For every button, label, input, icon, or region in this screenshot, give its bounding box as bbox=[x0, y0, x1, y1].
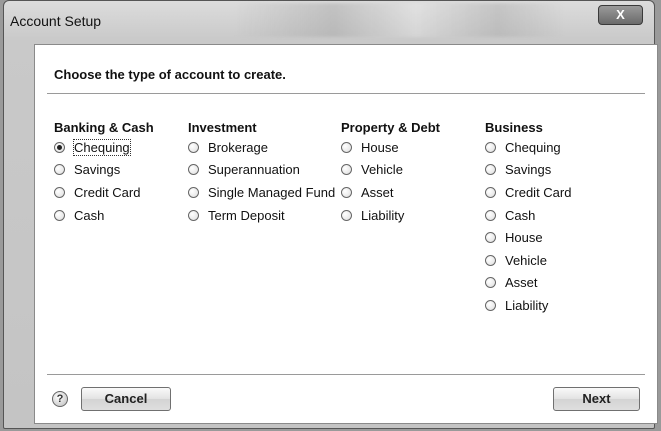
radio-icon[interactable] bbox=[188, 164, 199, 176]
option-business-asset[interactable]: Asset bbox=[485, 272, 571, 295]
option-investment-single-managed-fund[interactable]: Single Managed Fund bbox=[188, 181, 335, 204]
option-business-vehicle[interactable]: Vehicle bbox=[485, 249, 571, 272]
option-label: Brokerage bbox=[208, 139, 268, 155]
option-business-liability[interactable]: Liability bbox=[485, 294, 571, 317]
option-label: Asset bbox=[361, 184, 394, 200]
column-title: Banking & Cash bbox=[54, 120, 154, 135]
option-label: Savings bbox=[505, 162, 552, 178]
column-title: Property & Debt bbox=[341, 120, 440, 135]
radio-icon[interactable] bbox=[485, 254, 496, 266]
option-label: Chequing bbox=[73, 138, 131, 156]
blurred-background-app bbox=[234, 3, 564, 37]
top-divider bbox=[47, 93, 645, 94]
radio-icon[interactable] bbox=[54, 164, 65, 176]
radio-icon[interactable] bbox=[485, 209, 496, 221]
option-investment-superannuation[interactable]: Superannuation bbox=[188, 159, 335, 182]
option-label: Savings bbox=[74, 162, 121, 178]
radio-icon[interactable] bbox=[54, 141, 65, 153]
option-label: Asset bbox=[505, 275, 538, 291]
column-banking-cash: Banking & Cash Chequing Savings Credit C… bbox=[54, 120, 154, 226]
option-label: House bbox=[361, 139, 399, 155]
column-title: Investment bbox=[188, 120, 257, 135]
close-button[interactable]: X bbox=[598, 5, 643, 25]
page-heading: Choose the type of account to create. bbox=[54, 67, 286, 82]
option-label: Cash bbox=[505, 207, 536, 223]
radio-icon[interactable] bbox=[485, 164, 496, 176]
option-label: Single Managed Fund bbox=[208, 184, 336, 200]
radio-icon[interactable] bbox=[485, 141, 496, 153]
option-label: Superannuation bbox=[208, 162, 300, 178]
bottom-divider bbox=[47, 374, 645, 375]
option-investment-term-deposit[interactable]: Term Deposit bbox=[188, 204, 335, 227]
radio-icon[interactable] bbox=[188, 209, 199, 221]
radio-icon[interactable] bbox=[485, 277, 496, 289]
next-button[interactable]: Next bbox=[553, 387, 640, 411]
option-property-liability[interactable]: Liability bbox=[341, 204, 440, 227]
help-icon[interactable]: ? bbox=[52, 391, 68, 407]
column-property-debt: Property & Debt House Vehicle Asset Liab… bbox=[341, 120, 440, 226]
cancel-button[interactable]: Cancel bbox=[81, 387, 171, 411]
radio-icon[interactable] bbox=[341, 141, 352, 153]
option-property-asset[interactable]: Asset bbox=[341, 181, 440, 204]
option-business-chequing[interactable]: Chequing bbox=[485, 136, 571, 159]
dialog-panel: Choose the type of account to create. Ba… bbox=[34, 44, 658, 424]
column-business: Business Chequing Savings Credit Card Ca… bbox=[485, 120, 571, 317]
radio-icon[interactable] bbox=[54, 209, 65, 221]
option-label: Credit Card bbox=[505, 184, 572, 200]
option-business-house[interactable]: House bbox=[485, 226, 571, 249]
option-label: Liability bbox=[361, 207, 405, 223]
option-label: Vehicle bbox=[361, 162, 403, 178]
option-banking-credit-card[interactable]: Credit Card bbox=[54, 181, 154, 204]
radio-icon[interactable] bbox=[341, 164, 352, 176]
option-banking-chequing[interactable]: Chequing bbox=[54, 136, 154, 159]
option-banking-cash[interactable]: Cash bbox=[54, 204, 154, 227]
option-label: Credit Card bbox=[74, 184, 141, 200]
column-investment: Investment Brokerage Superannuation Sing… bbox=[188, 120, 335, 226]
option-label: Cash bbox=[74, 207, 105, 223]
column-title: Business bbox=[485, 120, 543, 135]
radio-icon[interactable] bbox=[188, 141, 199, 153]
window-title: Account Setup bbox=[10, 13, 102, 29]
option-business-savings[interactable]: Savings bbox=[485, 159, 571, 182]
radio-icon[interactable] bbox=[485, 186, 496, 198]
option-property-house[interactable]: House bbox=[341, 136, 440, 159]
option-banking-savings[interactable]: Savings bbox=[54, 159, 154, 182]
option-label: Term Deposit bbox=[208, 207, 285, 223]
option-property-vehicle[interactable]: Vehicle bbox=[341, 159, 440, 182]
option-label: Liability bbox=[505, 297, 549, 313]
radio-icon[interactable] bbox=[485, 299, 496, 311]
radio-icon[interactable] bbox=[341, 209, 352, 221]
option-investment-brokerage[interactable]: Brokerage bbox=[188, 136, 335, 159]
radio-icon[interactable] bbox=[341, 186, 352, 198]
option-label: Chequing bbox=[505, 139, 561, 155]
option-label: House bbox=[505, 230, 543, 246]
radio-icon[interactable] bbox=[485, 232, 496, 244]
option-label: Vehicle bbox=[505, 252, 547, 268]
option-business-credit-card[interactable]: Credit Card bbox=[485, 181, 571, 204]
radio-icon[interactable] bbox=[54, 186, 65, 198]
radio-icon[interactable] bbox=[188, 186, 199, 198]
option-business-cash[interactable]: Cash bbox=[485, 204, 571, 227]
